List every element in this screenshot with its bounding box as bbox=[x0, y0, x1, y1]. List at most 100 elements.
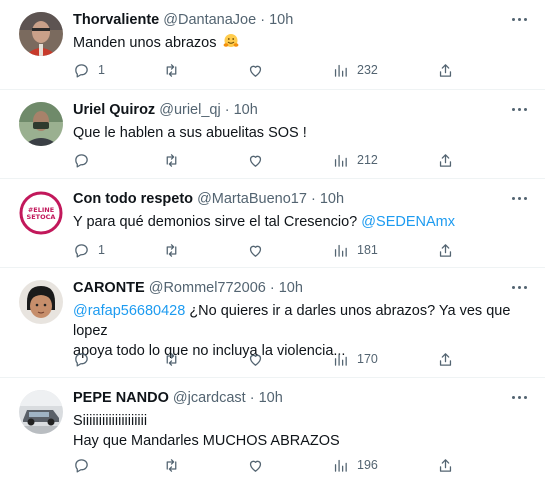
share-button[interactable] bbox=[437, 455, 454, 475]
share-button[interactable] bbox=[437, 60, 454, 80]
retweet-button[interactable] bbox=[163, 240, 180, 260]
handle[interactable]: @Rommel772006 bbox=[149, 280, 266, 296]
reply-button[interactable] bbox=[73, 150, 90, 170]
views-button[interactable]: 181 bbox=[332, 240, 378, 260]
mention-link[interactable]: @SEDENAmx bbox=[361, 214, 455, 230]
more-icon[interactable] bbox=[509, 10, 529, 28]
retweet-icon bbox=[166, 153, 177, 167]
views-icon bbox=[334, 64, 347, 77]
retweet-button[interactable] bbox=[163, 150, 180, 170]
tweet-actions: 196 bbox=[73, 455, 473, 475]
tweet[interactable]: CARONTE @Rommel772006 · 10h @rafap566804… bbox=[0, 268, 545, 378]
more-icon[interactable] bbox=[509, 100, 529, 118]
reply-button[interactable]: 1 bbox=[73, 60, 105, 80]
views-button[interactable]: 196 bbox=[332, 455, 378, 475]
views-button[interactable]: 212 bbox=[332, 150, 378, 170]
views-count: 181 bbox=[357, 243, 378, 257]
tweet-body: Y para qué demonios sirve el tal Cresenc… bbox=[73, 214, 358, 230]
share-button[interactable] bbox=[437, 349, 454, 369]
retweet-icon bbox=[166, 243, 177, 257]
handle[interactable]: @uriel_qj bbox=[159, 102, 220, 118]
reply-count: 1 bbox=[98, 243, 105, 257]
like-icon bbox=[249, 155, 262, 167]
display-name[interactable]: PEPE NANDO bbox=[73, 390, 169, 406]
like-button[interactable] bbox=[247, 349, 264, 369]
tweet-text: Que le hablen a sus abuelitas SOS ! bbox=[73, 123, 533, 143]
tweet-body-line-2: Hay que Mandarles MUCHOS ABRAZOS bbox=[73, 433, 340, 449]
views-count: 212 bbox=[357, 153, 378, 167]
like-icon bbox=[249, 245, 262, 257]
display-name[interactable]: Thorvaliente bbox=[73, 12, 159, 28]
tweet-header: CARONTE @Rommel772006 · 10h bbox=[73, 278, 303, 298]
views-button[interactable]: 232 bbox=[332, 60, 378, 80]
share-button[interactable] bbox=[437, 150, 454, 170]
separator-dot: · bbox=[260, 12, 266, 28]
reply-icon bbox=[75, 352, 88, 367]
tweet-body: Que le hablen a sus abuelitas SOS ! bbox=[73, 125, 307, 141]
share-icon bbox=[439, 352, 452, 366]
tweet-text: Manden unos abrazos bbox=[73, 33, 533, 53]
hugging-face-icon bbox=[223, 34, 238, 47]
timestamp[interactable]: 10h bbox=[320, 191, 344, 207]
retweet-button[interactable] bbox=[163, 60, 180, 80]
more-icon[interactable] bbox=[509, 278, 529, 296]
timestamp[interactable]: 10h bbox=[279, 280, 303, 296]
handle[interactable]: @MartaBueno17 bbox=[197, 191, 307, 207]
reply-button[interactable]: 1 bbox=[73, 240, 105, 260]
avatar[interactable] bbox=[19, 390, 63, 434]
avatar[interactable] bbox=[19, 102, 63, 146]
svg-text:SETOCA: SETOCA bbox=[27, 213, 56, 221]
tweet-header: PEPE NANDO @jcardcast · 10h bbox=[73, 388, 283, 408]
reply-icon bbox=[75, 153, 88, 168]
like-button[interactable] bbox=[247, 240, 264, 260]
retweet-icon bbox=[166, 352, 177, 366]
reply-button[interactable] bbox=[73, 349, 90, 369]
avatar[interactable] bbox=[19, 280, 63, 324]
separator-dot: · bbox=[310, 191, 316, 207]
timestamp[interactable]: 10h bbox=[234, 102, 258, 118]
like-button[interactable] bbox=[247, 150, 264, 170]
views-count: 196 bbox=[357, 458, 378, 472]
separator-dot: · bbox=[269, 280, 275, 296]
separator-dot: · bbox=[249, 390, 255, 406]
like-button[interactable] bbox=[247, 455, 264, 475]
timestamp[interactable]: 10h bbox=[259, 390, 283, 406]
views-count: 170 bbox=[357, 352, 378, 366]
mention-link[interactable]: @rafap56680428 bbox=[73, 303, 185, 319]
like-button[interactable] bbox=[247, 60, 264, 80]
tweet[interactable]: Thorvaliente @DantanaJoe · 10h Manden un… bbox=[0, 0, 545, 90]
tweet[interactable]: #ELINE SETOCA Con todo respeto @MartaBue… bbox=[0, 179, 545, 268]
share-icon bbox=[439, 243, 452, 257]
retweet-icon bbox=[166, 63, 177, 77]
tweet[interactable]: Uriel Quiroz @uriel_qj · 10h Que le habl… bbox=[0, 90, 545, 179]
avatar[interactable] bbox=[19, 12, 63, 56]
tweet-body-line-1: Siiiiiiiiiiiiiiiiiiii bbox=[73, 413, 148, 429]
reply-count: 1 bbox=[98, 63, 105, 77]
views-count: 232 bbox=[357, 63, 378, 77]
more-icon[interactable] bbox=[509, 388, 529, 406]
tweet-header: Con todo respeto @MartaBueno17 · 10h bbox=[73, 189, 344, 209]
timestamp[interactable]: 10h bbox=[269, 12, 293, 28]
like-icon bbox=[249, 354, 262, 366]
display-name[interactable]: Con todo respeto bbox=[73, 191, 193, 207]
views-icon bbox=[334, 353, 347, 366]
avatar[interactable]: #ELINE SETOCA bbox=[19, 191, 63, 235]
tweet-actions: 170 bbox=[73, 349, 473, 369]
handle[interactable]: @DantanaJoe bbox=[163, 12, 256, 28]
retweet-button[interactable] bbox=[163, 455, 180, 475]
tweet[interactable]: PEPE NANDO @jcardcast · 10h Siiiiiiiiiii… bbox=[0, 378, 545, 482]
retweet-button[interactable] bbox=[163, 349, 180, 369]
reply-icon bbox=[75, 243, 88, 258]
display-name[interactable]: CARONTE bbox=[73, 280, 145, 296]
views-icon bbox=[334, 459, 347, 472]
display-name[interactable]: Uriel Quiroz bbox=[73, 102, 155, 118]
handle[interactable]: @jcardcast bbox=[173, 390, 246, 406]
share-button[interactable] bbox=[437, 240, 454, 260]
views-button[interactable]: 170 bbox=[332, 349, 378, 369]
reply-icon bbox=[75, 458, 88, 473]
more-icon[interactable] bbox=[509, 189, 529, 207]
reply-button[interactable] bbox=[73, 455, 90, 475]
tweet-header: Thorvaliente @DantanaJoe · 10h bbox=[73, 10, 293, 30]
share-icon bbox=[439, 63, 452, 77]
retweet-icon bbox=[166, 458, 177, 472]
